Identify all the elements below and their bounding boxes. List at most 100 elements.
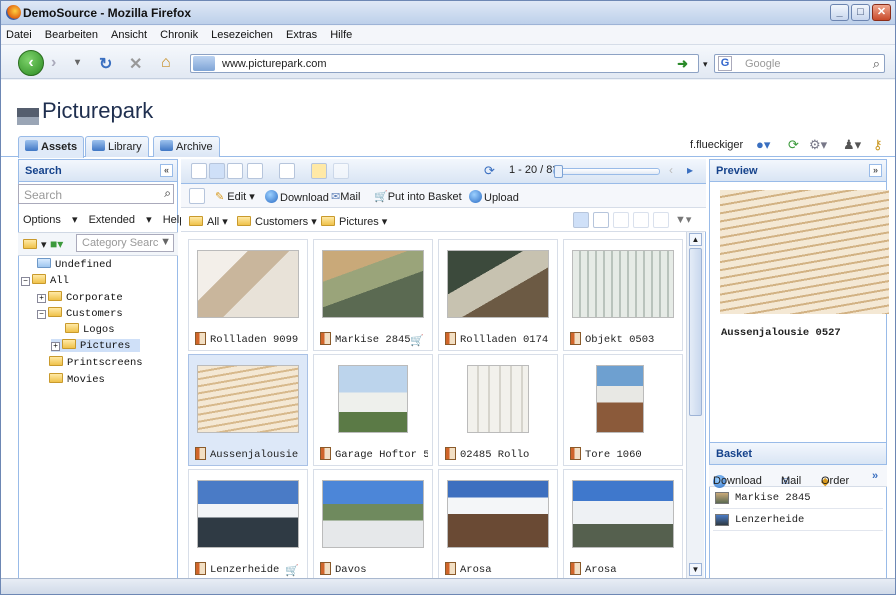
more-actions-icon[interactable]: » xyxy=(872,470,878,482)
preview-toggle-icon[interactable] xyxy=(333,163,349,179)
forward-button[interactable]: › xyxy=(51,54,56,72)
tab-library[interactable]: Library xyxy=(85,136,149,157)
search-input[interactable]: Search ⌕ xyxy=(18,184,174,204)
expand-toggle-icon[interactable]: + xyxy=(37,294,46,303)
upload-button[interactable]: Upload xyxy=(469,190,519,204)
reload-icon[interactable]: ↻ xyxy=(99,54,112,74)
asset-card[interactable]: 02485 Rollo xyxy=(438,354,558,466)
basket-item[interactable]: Lenzerheide xyxy=(713,510,883,531)
edit-menu[interactable]: ✎ Edit ▾ xyxy=(215,190,255,203)
filter-icon[interactable]: ▼ xyxy=(160,236,171,248)
tab-archive[interactable]: Archive xyxy=(153,136,220,157)
menu-datei[interactable]: Datei xyxy=(1,26,37,44)
back-button[interactable]: ‹ xyxy=(18,50,44,76)
pdf-icon[interactable] xyxy=(613,212,629,228)
scrollbar-thumb[interactable] xyxy=(689,248,702,416)
menu-ansicht[interactable]: Ansicht xyxy=(106,26,152,44)
tree-node-all[interactable]: − All xyxy=(21,274,69,287)
scroll-up-icon[interactable]: ▲ xyxy=(689,233,702,246)
thumbnail-view-icon[interactable] xyxy=(209,163,225,179)
options-menu[interactable]: Options ▾ xyxy=(23,214,78,226)
doc-alt-icon[interactable] xyxy=(653,212,669,228)
scroll-down-icon[interactable]: ▼ xyxy=(689,563,702,576)
close-button[interactable]: ✕ xyxy=(872,4,891,21)
user-icon[interactable]: ♟▾ xyxy=(843,137,861,153)
menu-lesezeichen[interactable]: Lesezeichen xyxy=(206,26,278,44)
asset-card[interactable]: Markise 2845 🛒 xyxy=(313,239,433,351)
category-search-input[interactable]: Category Searc ▼ xyxy=(76,234,174,252)
search-icon[interactable]: ⌕ xyxy=(164,186,171,201)
asset-card[interactable]: Garage Hoftor 5 xyxy=(313,354,433,466)
asset-thumbnail[interactable] xyxy=(572,480,674,548)
magnifier-icon[interactable]: ⌕ xyxy=(873,56,880,72)
tree-node-logos[interactable]: Logos xyxy=(65,323,115,336)
filter-funnel-icon[interactable]: ▼▾ xyxy=(675,213,691,226)
url-bar[interactable]: www.picturepark.com ➜ xyxy=(190,54,699,73)
asset-card[interactable]: Objekt 0503 xyxy=(563,239,683,351)
home-icon[interactable]: ⌂ xyxy=(161,54,171,72)
key-icon[interactable]: ⚷ xyxy=(873,137,883,153)
menu-hilfe[interactable]: Hilfe xyxy=(325,26,357,44)
minimize-button[interactable]: _ xyxy=(830,4,849,21)
asset-thumbnail[interactable] xyxy=(447,480,549,548)
doc-red-icon[interactable] xyxy=(593,212,609,228)
tree-node-printscreens[interactable]: Printscreens xyxy=(49,356,143,369)
breadcrumb-customers[interactable]: Customers ▾ xyxy=(237,215,317,228)
expand-toggle-icon[interactable]: + xyxy=(51,342,60,351)
collapse-toggle-icon[interactable]: − xyxy=(21,277,30,286)
put-into-basket-button[interactable]: 🛒Put into Basket xyxy=(374,190,462,203)
settings-icon[interactable]: ⚙▾ xyxy=(809,137,827,153)
asset-thumbnail[interactable] xyxy=(467,365,529,433)
history-dropdown-icon[interactable]: ▾ xyxy=(75,57,80,68)
collapse-left-icon[interactable]: « xyxy=(160,164,173,177)
tag-menu-icon[interactable]: ■▾ xyxy=(50,237,63,251)
large-grid-view-icon[interactable] xyxy=(247,163,263,179)
extended-menu[interactable]: Extended ▾ xyxy=(89,214,152,226)
site-identity-icon[interactable] xyxy=(193,56,215,71)
breadcrumb-all[interactable]: All ▾ xyxy=(189,215,228,228)
tree-node-customers[interactable]: − Customers xyxy=(37,307,123,320)
page-slider-handle[interactable] xyxy=(554,165,563,178)
filter-view-icon[interactable] xyxy=(573,212,589,228)
asset-card[interactable]: Lenzerheide 🛒 xyxy=(188,469,308,581)
menu-chronik[interactable]: Chronik xyxy=(155,26,203,44)
asset-card[interactable]: Davos xyxy=(313,469,433,581)
asset-thumbnail[interactable] xyxy=(197,365,299,433)
asset-thumbnail[interactable] xyxy=(322,250,424,318)
doc-icon[interactable] xyxy=(633,212,649,228)
asset-thumbnail[interactable] xyxy=(338,365,408,433)
collapse-right-icon[interactable]: » xyxy=(869,164,882,177)
tree-node-pictures[interactable]: + Pictures xyxy=(51,339,141,352)
help-icon[interactable]: ●▾ xyxy=(756,137,770,153)
basket-item[interactable]: Markise 2845 xyxy=(713,488,883,509)
download-button[interactable]: Download xyxy=(265,190,329,204)
url-dropdown-icon[interactable]: ▾ xyxy=(703,59,708,70)
next-page-icon[interactable]: ▸ xyxy=(687,163,693,177)
asset-card[interactable]: Arosa xyxy=(438,469,558,581)
sync-icon[interactable]: ⟳ xyxy=(788,137,799,153)
menu-extras[interactable]: Extras xyxy=(281,26,322,44)
folder-view-icon[interactable] xyxy=(311,163,327,179)
small-grid-view-icon[interactable] xyxy=(227,163,243,179)
collapse-toggle-icon[interactable]: − xyxy=(37,310,46,319)
tab-assets[interactable]: Assets xyxy=(18,136,85,158)
asset-card[interactable]: Rollladen 9099 xyxy=(188,239,308,351)
asset-card[interactable]: Tore 1060 xyxy=(563,354,683,466)
folder-menu-icon[interactable]: ▾ xyxy=(23,238,47,251)
asset-card-selected[interactable]: Aussenjalousie 0527 xyxy=(188,354,308,466)
asset-thumbnail[interactable] xyxy=(197,480,299,548)
asset-thumbnail[interactable] xyxy=(322,480,424,548)
tree-node-undefined[interactable]: Undefined xyxy=(37,258,112,271)
prev-page-icon[interactable]: ‹ xyxy=(669,163,673,177)
preview-image[interactable] xyxy=(720,190,889,314)
mail-button[interactable]: ✉Mail xyxy=(331,190,360,203)
asset-card[interactable]: Rollladen 0174 xyxy=(438,239,558,351)
refresh-icon[interactable]: ⟳ xyxy=(484,163,495,179)
web-search-input[interactable]: G Google ⌕ xyxy=(714,54,885,73)
page-slider[interactable] xyxy=(553,165,660,178)
sort-menu-icon[interactable] xyxy=(279,163,295,179)
asset-grid-scrollbar[interactable]: ▲ ▼ xyxy=(686,232,704,579)
maximize-button[interactable]: □ xyxy=(851,4,870,21)
menu-bearbeiten[interactable]: Bearbeiten xyxy=(40,26,103,44)
list-view-icon[interactable] xyxy=(191,163,207,179)
